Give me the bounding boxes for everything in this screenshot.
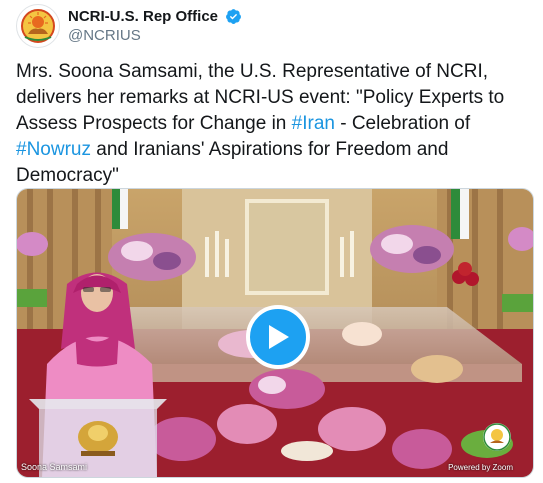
- speaker-caption: Soona Samsami: [21, 462, 88, 472]
- display-name[interactable]: NCRI-U.S. Rep Office: [68, 7, 218, 26]
- tweet-header: NCRI-U.S. Rep Office @NCRIUS: [16, 4, 526, 48]
- play-button[interactable]: [246, 305, 310, 369]
- ncri-watermark-logo: [483, 423, 511, 451]
- play-icon: [269, 325, 289, 349]
- avatar[interactable]: [16, 4, 60, 48]
- lion-sun-logo-icon: [483, 423, 511, 451]
- verified-badge-icon: [226, 9, 242, 24]
- ncri-lion-sun-logo-icon: [19, 7, 57, 45]
- tweet-text: Mrs. Soona Samsami, the U.S. Representat…: [16, 59, 528, 189]
- hashtag-link[interactable]: #Iran: [292, 113, 335, 134]
- tweet-text-part: - Celebration of: [334, 113, 471, 134]
- powered-by-label: Powered by Zoom: [448, 463, 513, 472]
- handle[interactable]: @NCRIUS: [68, 26, 242, 45]
- video-player[interactable]: Soona Samsami Powered by Zoom: [16, 188, 534, 478]
- hashtag-link[interactable]: #Nowruz: [16, 139, 91, 160]
